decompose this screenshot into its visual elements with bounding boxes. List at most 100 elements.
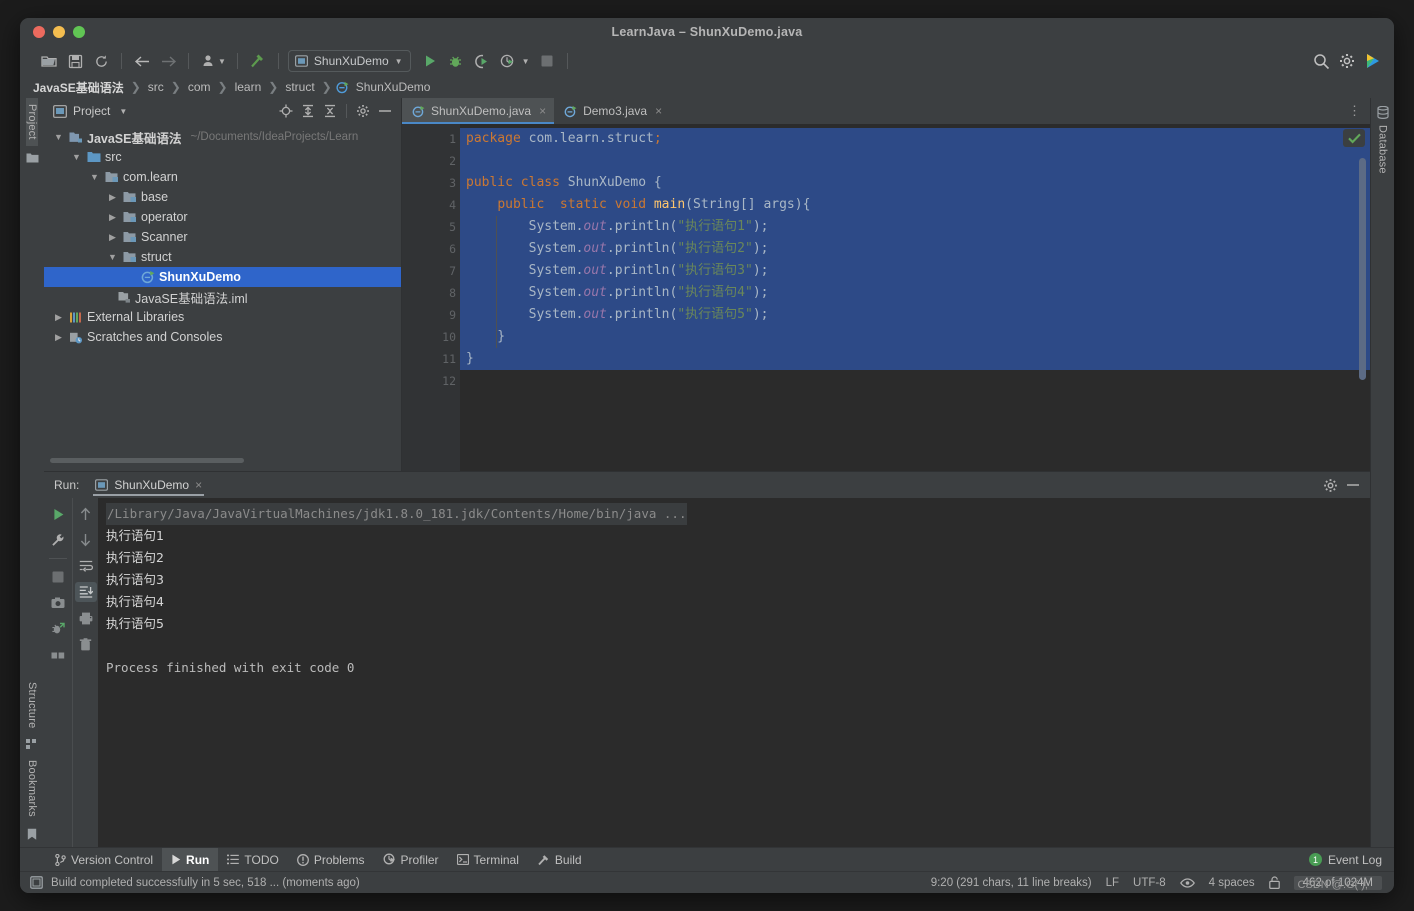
chevron-right-icon[interactable]: ▶ bbox=[106, 192, 119, 203]
breadcrumb-item-0[interactable]: JavaSE基础语法 bbox=[30, 79, 127, 96]
trash-icon[interactable] bbox=[75, 634, 97, 654]
close-icon[interactable]: × bbox=[195, 478, 202, 492]
gear-icon[interactable] bbox=[1334, 49, 1360, 73]
unlock-icon[interactable] bbox=[1268, 876, 1280, 889]
eye-icon[interactable] bbox=[1179, 877, 1195, 888]
caret-position[interactable]: 9:20 (291 chars, 11 line breaks) bbox=[931, 877, 1092, 889]
run-icon[interactable] bbox=[417, 49, 443, 73]
event-log-label[interactable]: Event Log bbox=[1328, 853, 1382, 867]
scroll-to-end-icon[interactable] bbox=[74, 582, 97, 602]
breadcrumb-item-1[interactable]: src bbox=[145, 80, 167, 94]
tab-shunxudemo-java[interactable]: ShunXuDemo.java × bbox=[402, 98, 555, 124]
soft-wrap-icon[interactable] bbox=[75, 556, 97, 576]
sidebar-item-database[interactable]: Database bbox=[1377, 119, 1389, 180]
run-with-coverage-icon[interactable] bbox=[469, 49, 495, 73]
close-icon[interactable]: × bbox=[539, 104, 546, 118]
more-options-icon[interactable]: ⋮ bbox=[1348, 103, 1362, 119]
tree-row-package-comlearn[interactable]: ▼ com.learn bbox=[44, 167, 401, 187]
chevron-down-icon[interactable]: ▼ bbox=[522, 57, 530, 66]
bookmark-icon[interactable] bbox=[27, 823, 37, 841]
forward-arrow-icon[interactable] bbox=[155, 49, 181, 73]
no-problems-check-icon[interactable] bbox=[1343, 129, 1365, 147]
layout-icon[interactable] bbox=[47, 645, 69, 665]
chevron-right-icon[interactable]: ▶ bbox=[106, 212, 119, 223]
bottom-item-version-control[interactable]: Version Control bbox=[46, 848, 162, 871]
editor-gutter[interactable]: 1 2 3 4 5 6 7 8 9 10 11 12 bbox=[402, 124, 489, 471]
tree-row-external-libraries[interactable]: ▶ External Libraries bbox=[44, 307, 401, 327]
bottom-item-terminal[interactable]: Terminal bbox=[448, 848, 528, 871]
sync-icon[interactable] bbox=[88, 49, 114, 73]
run-tab-shunxudemo[interactable]: ShunXuDemo × bbox=[89, 472, 208, 498]
sidebar-item-bookmarks[interactable]: Bookmarks bbox=[26, 754, 38, 823]
save-icon[interactable] bbox=[62, 49, 88, 73]
hide-panel-icon[interactable] bbox=[375, 101, 395, 121]
build-status-icon[interactable] bbox=[30, 876, 43, 889]
rerun-icon[interactable] bbox=[47, 504, 69, 524]
scroll-up-icon[interactable] bbox=[75, 504, 97, 524]
chevron-down-icon[interactable]: ▼ bbox=[218, 57, 226, 66]
code-editor[interactable]: 1 2 3 4 5 6 7 8 9 10 11 12 package com.l… bbox=[402, 124, 1370, 471]
breadcrumb-item-2[interactable]: com bbox=[185, 80, 214, 94]
tree-row-scratches[interactable]: ▶ Scratches and Consoles bbox=[44, 327, 401, 347]
expand-all-icon[interactable] bbox=[298, 101, 318, 121]
bottom-item-todo[interactable]: TODO bbox=[218, 848, 287, 871]
chevron-down-icon[interactable]: ▼ bbox=[52, 132, 65, 142]
tree-row-package-struct[interactable]: ▼ struct bbox=[44, 247, 401, 267]
bottom-item-build[interactable]: Build bbox=[528, 848, 591, 871]
code-text-area[interactable]: package com.learn.struct; public class S… bbox=[460, 124, 1370, 471]
tab-demo3-java[interactable]: Demo3.java × bbox=[554, 98, 670, 124]
chevron-right-icon[interactable]: ▶ bbox=[106, 232, 119, 243]
search-icon[interactable] bbox=[1308, 49, 1334, 73]
chevron-down-icon[interactable]: ▼ bbox=[70, 152, 83, 162]
open-folder-icon[interactable] bbox=[36, 49, 62, 73]
run-configuration-selector[interactable]: ShunXuDemo ▼ bbox=[287, 50, 411, 72]
breadcrumb-item-5[interactable]: ShunXuDemo bbox=[353, 80, 434, 94]
settings-gear-icon[interactable] bbox=[1323, 478, 1338, 493]
chevron-down-icon[interactable]: ▼ bbox=[88, 172, 101, 182]
indent-setting[interactable]: 4 spaces bbox=[1209, 877, 1255, 889]
debug-rerun-icon[interactable] bbox=[47, 619, 69, 639]
tree-row-package-base[interactable]: ▶ base bbox=[44, 187, 401, 207]
chevron-right-icon[interactable]: ▶ bbox=[52, 332, 65, 343]
debug-icon[interactable] bbox=[443, 49, 469, 73]
project-tree-horizontal-scrollbar[interactable] bbox=[50, 458, 397, 467]
chevron-down-icon[interactable]: ▼ bbox=[106, 252, 119, 262]
sidebar-item-structure[interactable]: Structure bbox=[26, 676, 38, 734]
scroll-down-icon[interactable] bbox=[75, 530, 97, 550]
chevron-down-icon[interactable]: ▼ bbox=[395, 57, 403, 66]
project-tree[interactable]: ▼ JavaSE基础语法 ~/Documents/IdeaProjects/Le… bbox=[44, 124, 401, 458]
print-icon[interactable] bbox=[75, 608, 97, 628]
event-log-area[interactable]: 1 Event Log bbox=[1308, 848, 1394, 871]
line-separator[interactable]: LF bbox=[1106, 877, 1119, 889]
editor-vertical-scrollbar[interactable] bbox=[1359, 158, 1366, 380]
locate-icon[interactable] bbox=[276, 101, 296, 121]
bottom-item-profiler[interactable]: Profiler bbox=[374, 848, 448, 871]
tree-row-package-operator[interactable]: ▶ operator bbox=[44, 207, 401, 227]
stop-icon[interactable] bbox=[47, 567, 69, 587]
chevron-down-icon[interactable]: ▼ bbox=[119, 107, 127, 116]
breadcrumb-item-4[interactable]: struct bbox=[282, 80, 317, 94]
profiler-icon[interactable] bbox=[495, 49, 521, 73]
run-console-output[interactable]: /Library/Java/JavaVirtualMachines/jdk1.8… bbox=[98, 498, 1370, 847]
tree-row-iml-file[interactable]: JavaSE基础语法.iml bbox=[44, 287, 401, 307]
hide-panel-icon[interactable] bbox=[1346, 483, 1360, 487]
tree-row-src[interactable]: ▼ src bbox=[44, 147, 401, 167]
wrench-settings-icon[interactable] bbox=[47, 530, 69, 550]
tree-row-package-scanner[interactable]: ▶ Scanner bbox=[44, 227, 401, 247]
breadcrumb-item-3[interactable]: learn bbox=[232, 80, 265, 94]
sidebar-item-project[interactable]: Project bbox=[26, 98, 38, 146]
file-encoding[interactable]: UTF-8 bbox=[1133, 877, 1166, 889]
chevron-right-icon[interactable]: ▶ bbox=[52, 312, 65, 323]
camera-snapshot-icon[interactable] bbox=[47, 593, 69, 613]
bottom-item-problems[interactable]: Problems bbox=[288, 848, 374, 871]
ai-assistant-icon[interactable] bbox=[1360, 49, 1386, 73]
tree-row-class-shunxudemo[interactable]: ShunXuDemo bbox=[44, 267, 401, 287]
settings-gear-icon[interactable] bbox=[353, 101, 373, 121]
build-hammer-icon[interactable] bbox=[245, 49, 271, 73]
structure-icon[interactable] bbox=[26, 734, 38, 754]
tree-row-module[interactable]: ▼ JavaSE基础语法 ~/Documents/IdeaProjects/Le… bbox=[44, 127, 401, 147]
database-icon[interactable] bbox=[1376, 98, 1389, 119]
close-icon[interactable]: × bbox=[655, 104, 662, 118]
back-arrow-icon[interactable] bbox=[129, 49, 155, 73]
folder-icon[interactable] bbox=[26, 146, 39, 164]
